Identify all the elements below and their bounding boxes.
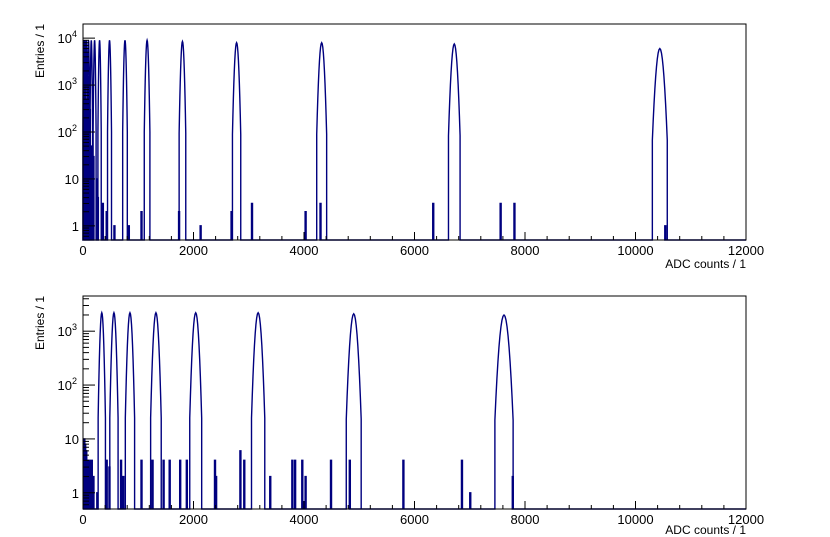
top-x-tick-label: 4000 (290, 243, 319, 258)
bottom-x-tick-label: 10000 (617, 512, 653, 527)
bottom-y-tick-label: 10 (65, 432, 79, 447)
top-y-tick-label: 103 (58, 76, 77, 93)
bottom-x-tick-label: 2000 (179, 512, 208, 527)
top-x-tick-label: 8000 (511, 243, 540, 258)
bottom-x-axis-title: ADC counts / 1 (665, 523, 746, 537)
top-x-tick-label: 10000 (617, 243, 653, 258)
top-y-tick-label: 10 (65, 172, 79, 187)
top-x-ticks (82, 232, 747, 240)
top-x-tick-label: 0 (79, 243, 86, 258)
top-y-tick-labels: 1 10 102 103 104 (58, 29, 79, 234)
bottom-y-axis-title: Entries / 1 (33, 296, 47, 350)
top-x-axis-title: ADC counts / 1 (665, 257, 746, 271)
bottom-x-tick-labels: 0 2000 4000 6000 8000 10000 12000 (79, 512, 764, 527)
top-y-tick-label: 104 (58, 29, 77, 46)
bottom-x-tick-label: 8000 (511, 512, 540, 527)
top-x-tick-label: 2000 (179, 243, 208, 258)
top-y-axis-title: Entries / 1 (33, 24, 47, 78)
bottom-x-tick-label: 6000 (400, 512, 429, 527)
top-plot-frame (82, 23, 747, 241)
bottom-x-tick-label: 4000 (290, 512, 319, 527)
bottom-plot: 0 2000 4000 6000 8000 10000 12000 1 10 1… (33, 295, 764, 537)
top-x-tick-labels: 0 2000 4000 6000 8000 10000 12000 (79, 243, 764, 258)
bottom-y-tick-label: 103 (58, 322, 77, 339)
bottom-y-tick-label: 1 (72, 486, 79, 501)
bottom-y-tick-labels: 1 10 102 103 (58, 322, 79, 501)
top-series-line (82, 37, 746, 241)
figure: 0 2000 4000 6000 8000 10000 12000 1 10 1… (33, 23, 764, 537)
bottom-x-tick-label: 0 (79, 512, 86, 527)
bottom-x-ticks (82, 501, 747, 509)
top-y-tick-label: 102 (58, 123, 77, 140)
bottom-plot-frame (82, 295, 747, 510)
bottom-y-tick-label: 102 (58, 376, 77, 393)
top-y-tick-label: 1 (72, 219, 79, 234)
top-x-tick-label: 6000 (400, 243, 429, 258)
bottom-series-line (83, 310, 746, 510)
top-plot: 0 2000 4000 6000 8000 10000 12000 1 10 1… (33, 23, 764, 271)
top-x-tick-label: 12000 (728, 243, 764, 258)
